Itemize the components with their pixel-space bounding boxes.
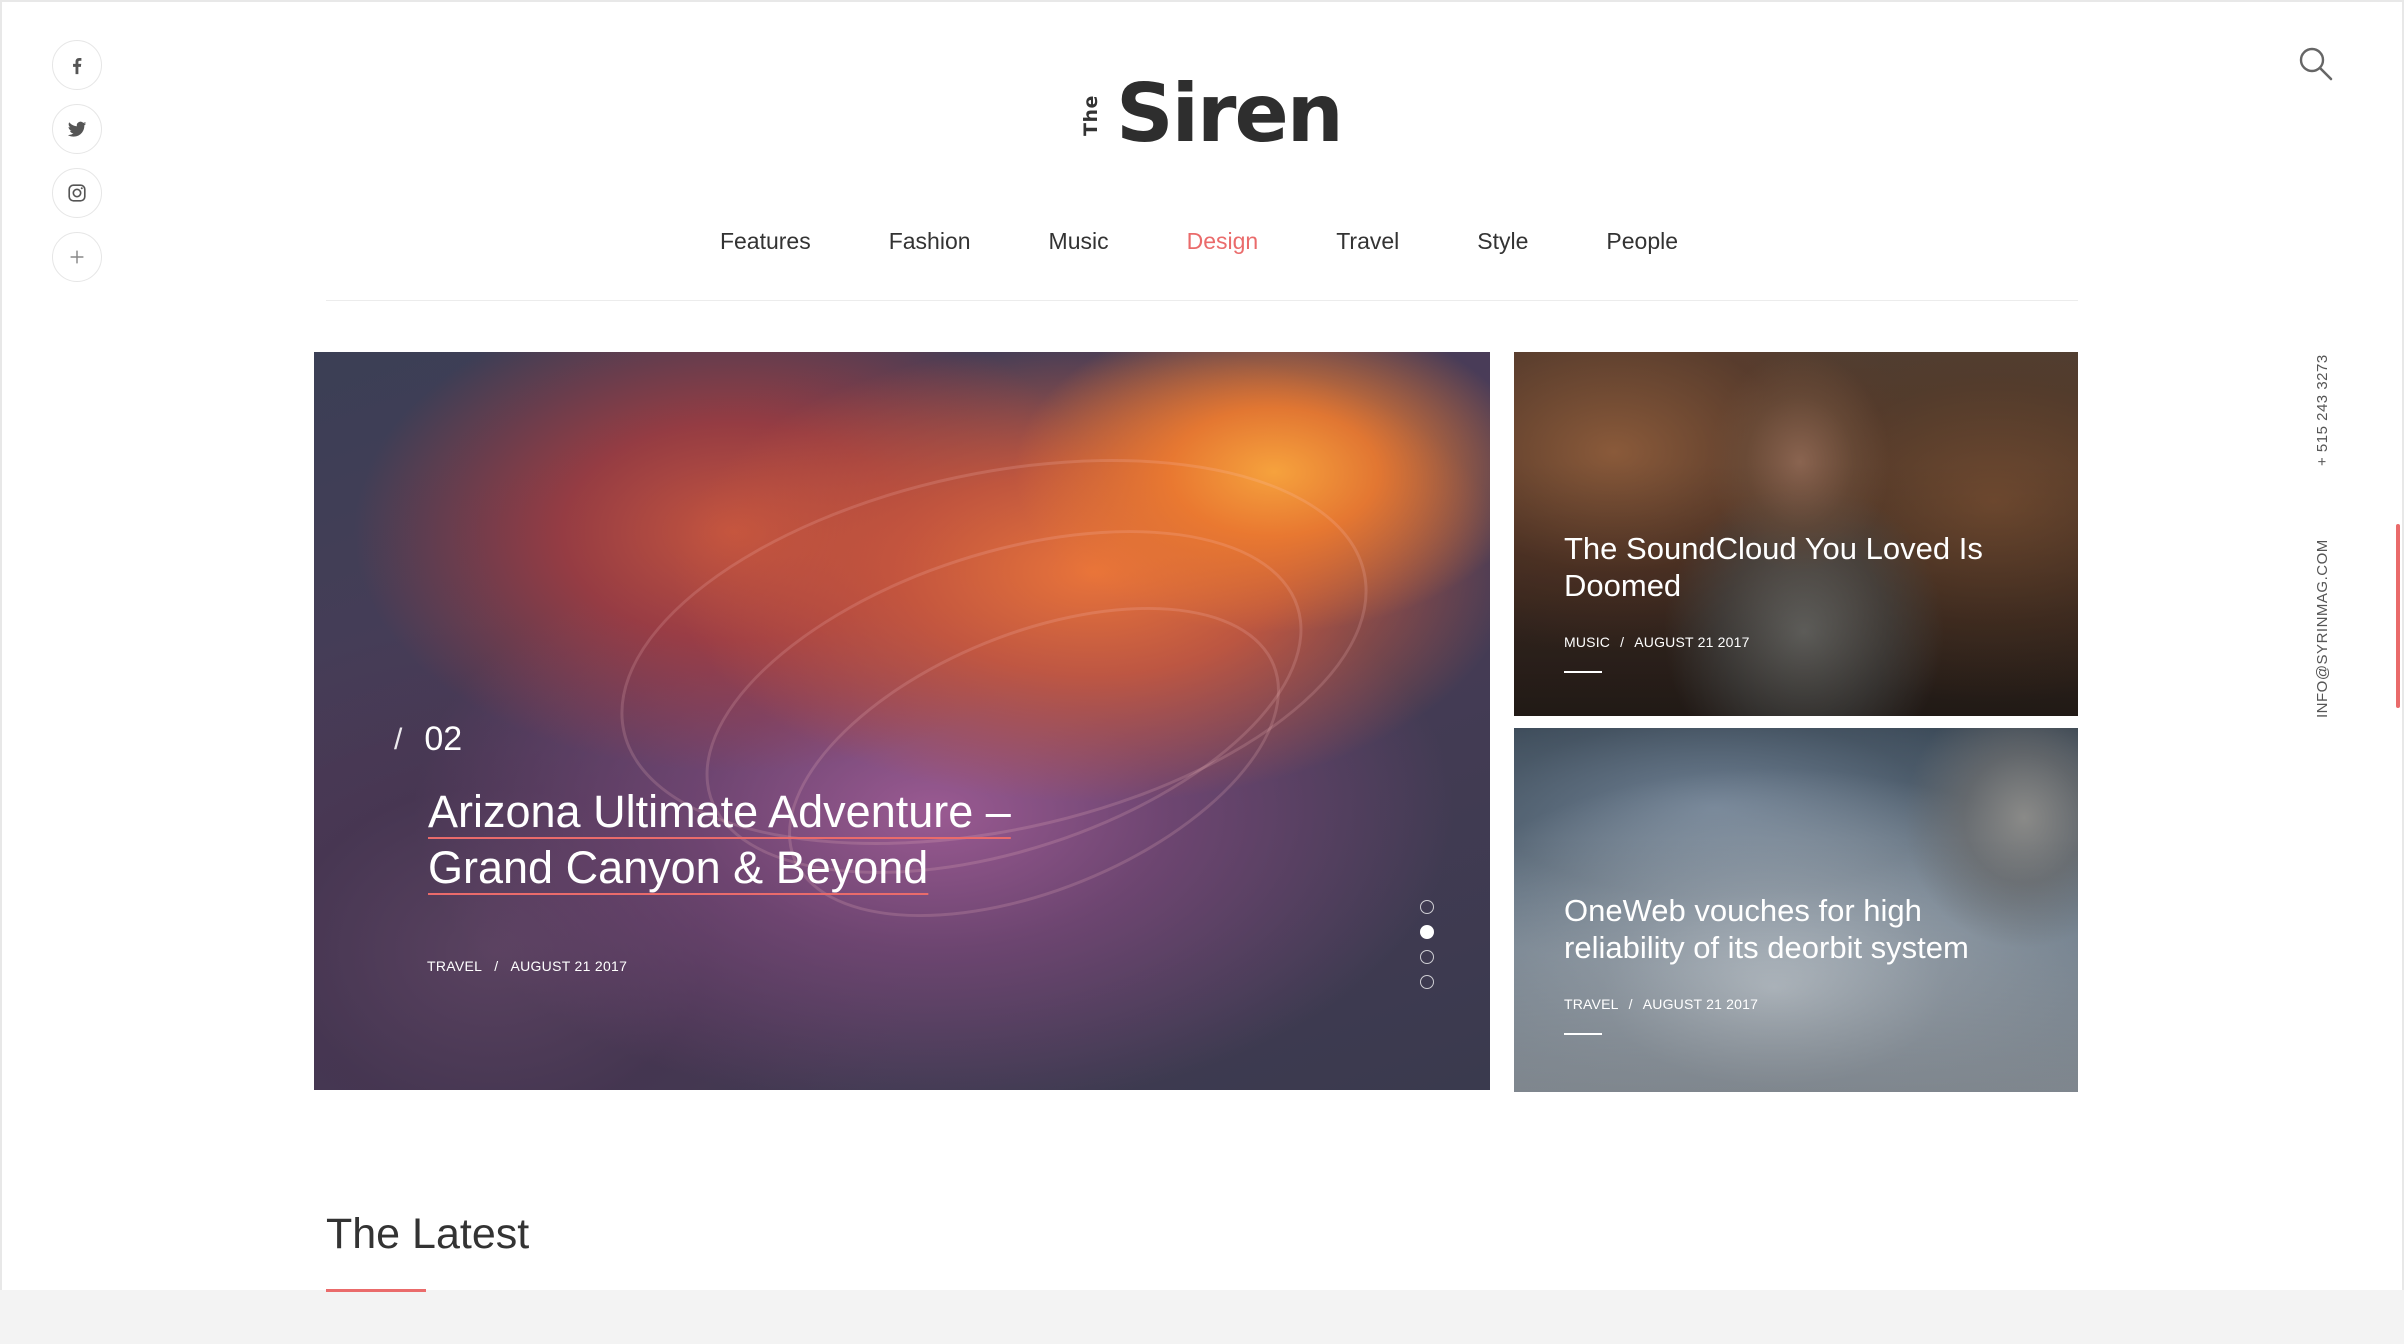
main-nav: Features Fashion Music Design Travel Sty… (0, 228, 2404, 255)
slider-dots (1420, 900, 1434, 989)
slide-number: / 02 (394, 720, 462, 759)
hero-title-link[interactable]: Arizona Ultimate Adventure – Grand Canyo… (428, 786, 1011, 893)
card-date: AUGUST 21 2017 (1642, 996, 1759, 1012)
slider-dot-4[interactable] (1420, 975, 1434, 989)
hero-category[interactable]: TRAVEL (427, 958, 482, 974)
contact-phone[interactable]: + 515 243 3273 (2314, 354, 2331, 466)
card-title[interactable]: OneWeb vouches for high reliability of i… (1564, 892, 2044, 966)
nav-item-design[interactable]: Design (1148, 228, 1298, 255)
nav-item-music[interactable]: Music (1010, 228, 1148, 255)
slider-dot-3[interactable] (1420, 950, 1434, 964)
site-logo[interactable]: The Siren (1080, 64, 1344, 160)
contact-email[interactable]: INFO@SYRINMAG.COM (2314, 539, 2331, 718)
hero-meta: TRAVEL / AUGUST 21 2017 (427, 958, 627, 974)
content-band (0, 1290, 2404, 1344)
facebook-icon (73, 57, 82, 75)
search-icon (2299, 47, 2333, 81)
twitter-icon (67, 121, 87, 137)
meta-separator: / (1620, 634, 1625, 650)
scrollbar-thumb[interactable] (2396, 524, 2400, 708)
card-meta: TRAVEL / AUGUST 21 2017 (1564, 996, 1758, 1012)
facebook-button[interactable] (52, 40, 102, 90)
card-accent-line (1564, 1033, 1602, 1035)
hero-date: AUGUST 21 2017 (510, 958, 628, 974)
slide-number-value: 02 (424, 720, 463, 758)
nav-item-features[interactable]: Features (681, 228, 850, 255)
slash-glyph: / (394, 722, 403, 756)
slider-dot-2[interactable] (1420, 925, 1434, 939)
card-accent-line (1564, 671, 1602, 673)
meta-separator: / (1628, 996, 1633, 1012)
card-date: AUGUST 21 2017 (1634, 634, 1750, 650)
logo-name: Siren (1116, 67, 1344, 160)
hero-slide[interactable]: / 02 Arizona Ultimate Adventure – Grand … (314, 352, 1490, 1090)
twitter-button[interactable] (52, 104, 102, 154)
hero-title[interactable]: Arizona Ultimate Adventure – Grand Canyo… (428, 784, 1128, 896)
logo-prefix: The (1080, 95, 1102, 136)
search-button[interactable] (2296, 44, 2336, 84)
slider-dot-1[interactable] (1420, 900, 1434, 914)
instagram-icon (68, 184, 86, 202)
nav-divider (326, 300, 2078, 301)
card-category[interactable]: TRAVEL (1564, 996, 1619, 1012)
article-card[interactable]: The SoundCloud You Loved Is Doomed MUSIC… (1514, 352, 2078, 716)
nav-item-style[interactable]: Style (1438, 228, 1567, 255)
latest-heading: The Latest (326, 1210, 530, 1258)
nav-item-people[interactable]: People (1567, 228, 1717, 255)
card-meta: MUSIC / AUGUST 21 2017 (1564, 634, 1750, 650)
article-card[interactable]: OneWeb vouches for high reliability of i… (1514, 728, 2078, 1092)
nav-item-fashion[interactable]: Fashion (850, 228, 1010, 255)
heading-underline (326, 1289, 426, 1292)
instagram-button[interactable] (52, 168, 102, 218)
card-category[interactable]: MUSIC (1564, 634, 1610, 650)
meta-separator: / (494, 958, 499, 974)
nav-item-travel[interactable]: Travel (1297, 228, 1438, 255)
card-title[interactable]: The SoundCloud You Loved Is Doomed (1564, 530, 2044, 604)
